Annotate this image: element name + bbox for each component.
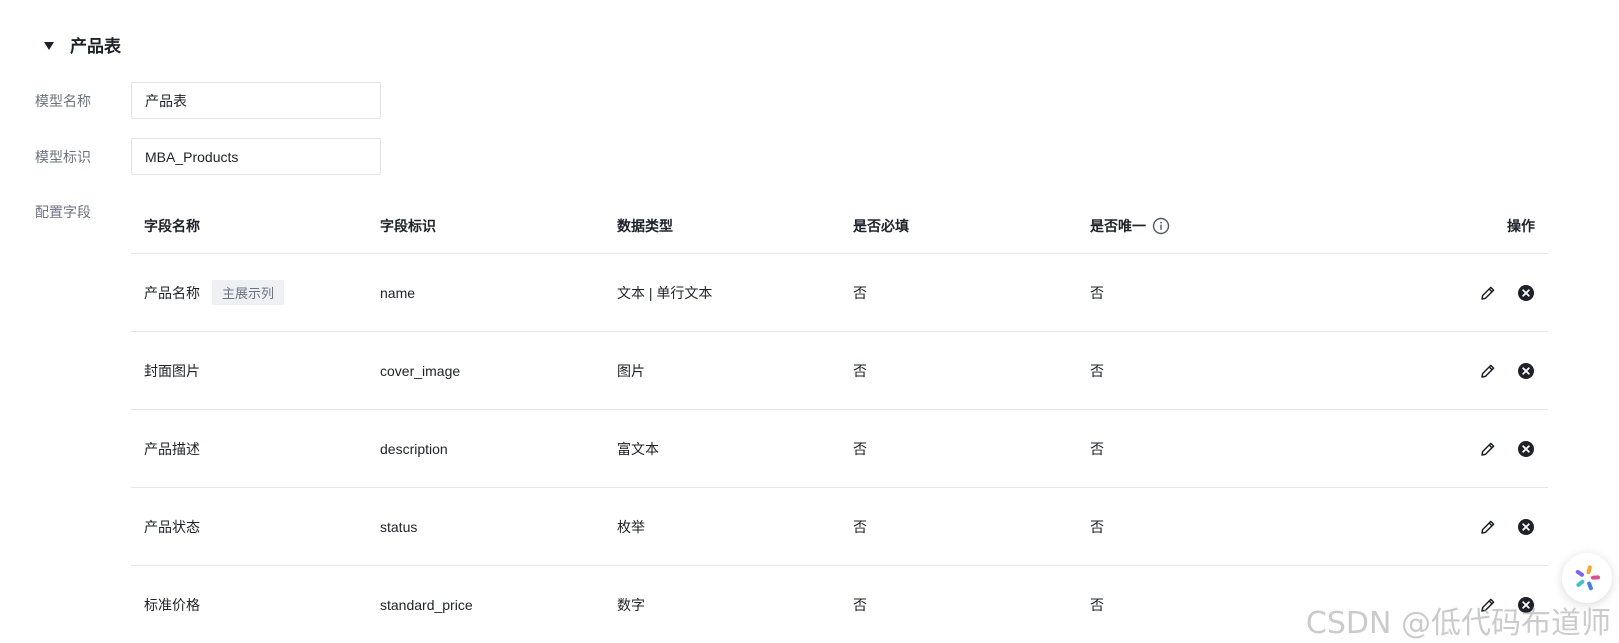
assistant-logo-icon	[1575, 565, 1600, 591]
delete-circle-icon[interactable]	[1517, 518, 1535, 536]
field-name-cell: 封面图片	[144, 332, 200, 409]
required-value: 否	[853, 362, 867, 379]
unique-value: 否	[1090, 284, 1104, 301]
edit-pencil-icon[interactable]	[1479, 440, 1497, 458]
required-value: 否	[853, 440, 867, 457]
header-actions: 操作	[1507, 217, 1535, 234]
table-header: 字段名称 字段标识 数据类型 是否必填 是否唯一 操作	[131, 198, 1548, 254]
model-name-input[interactable]	[131, 82, 381, 119]
actions-cell	[1479, 332, 1535, 409]
unique-value: 否	[1090, 518, 1104, 535]
table-row: 标准价格 standard_price 数字 否 否	[131, 566, 1548, 643]
info-icon[interactable]	[1152, 217, 1170, 235]
data-type: 数字	[617, 597, 645, 613]
required-value: 否	[853, 518, 867, 535]
table-row: 产品名称 主展示列 name 文本 | 单行文本 否 否	[131, 254, 1548, 332]
action-group	[1479, 518, 1535, 536]
field-name-cell: 产品名称 主展示列	[144, 254, 285, 331]
field-name: 产品状态	[144, 518, 200, 535]
field-name-cell: 产品描述	[144, 410, 200, 487]
field-id: standard_price	[380, 597, 473, 613]
table-body: 产品名称 主展示列 name 文本 | 单行文本否否封面图片 cover_image 图片…	[131, 254, 1548, 643]
delete-circle-icon[interactable]	[1517, 362, 1535, 380]
field-id: description	[380, 440, 448, 457]
data-type: 枚举	[617, 518, 645, 535]
fields-table: 字段名称 字段标识 数据类型 是否必填 是否唯一 操作 产品名称 主展示列 name…	[131, 198, 1548, 643]
field-id: name	[380, 284, 416, 301]
data-type: 富文本	[617, 440, 659, 457]
table-row: 产品描述 description 富文本 否 否	[131, 410, 1548, 488]
field-id: cover_image	[380, 362, 461, 379]
caret-down-icon[interactable]	[44, 41, 54, 50]
edit-pencil-icon[interactable]	[1479, 362, 1497, 380]
actions-cell	[1479, 488, 1535, 565]
field-name: 标准价格	[144, 597, 200, 613]
delete-circle-icon[interactable]	[1517, 596, 1535, 614]
unique-value: 否	[1090, 597, 1104, 613]
model-id-input[interactable]	[131, 138, 381, 175]
unique-value: 否	[1090, 362, 1104, 379]
table-row: 产品状态 status 枚举 否 否	[131, 488, 1548, 566]
action-group	[1479, 284, 1535, 302]
required-value: 否	[853, 597, 867, 613]
section-title: 产品表	[70, 37, 121, 56]
field-name: 封面图片	[144, 362, 200, 379]
table-row: 封面图片 cover_image 图片 否 否	[131, 332, 1548, 410]
actions-cell	[1479, 410, 1535, 487]
actions-cell	[1479, 566, 1535, 643]
header-data-type: 数据类型	[617, 217, 673, 234]
field-id: status	[380, 518, 418, 535]
edit-pencil-icon[interactable]	[1479, 284, 1497, 302]
edit-pencil-icon[interactable]	[1479, 596, 1497, 614]
assistant-button[interactable]	[1562, 553, 1612, 603]
delete-circle-icon[interactable]	[1517, 284, 1535, 302]
action-group	[1479, 596, 1535, 614]
header-required: 是否必填	[853, 217, 909, 234]
action-group	[1479, 440, 1535, 458]
header-unique-label: 是否唯一	[1090, 217, 1146, 234]
header-unique: 是否唯一	[1090, 198, 1170, 253]
section-header[interactable]: 产品表	[44, 32, 121, 57]
data-type: 图片	[617, 362, 645, 379]
field-name-cell: 产品状态	[144, 488, 200, 565]
model-name-label: 模型名称	[35, 93, 91, 109]
edit-pencil-icon[interactable]	[1479, 518, 1497, 536]
required-value: 否	[853, 284, 867, 301]
header-field-name: 字段名称	[144, 217, 200, 234]
action-group	[1479, 362, 1535, 380]
header-field-id: 字段标识	[380, 217, 436, 234]
actions-cell	[1479, 254, 1535, 331]
unique-value: 否	[1090, 440, 1104, 457]
model-id-label: 模型标识	[35, 149, 91, 165]
fields-label: 配置字段	[35, 204, 91, 220]
field-name-cell: 标准价格	[144, 566, 200, 643]
delete-circle-icon[interactable]	[1517, 440, 1535, 458]
data-type: 文本 | 单行文本	[617, 284, 713, 301]
field-name: 产品描述	[144, 440, 200, 457]
primary-display-tag: 主展示列	[212, 280, 285, 305]
field-name: 产品名称	[144, 284, 200, 301]
page: 产品表 模型名称 模型标识 配置字段 字段名称 字段标识 数据类型 是否必填 是…	[0, 0, 1619, 643]
